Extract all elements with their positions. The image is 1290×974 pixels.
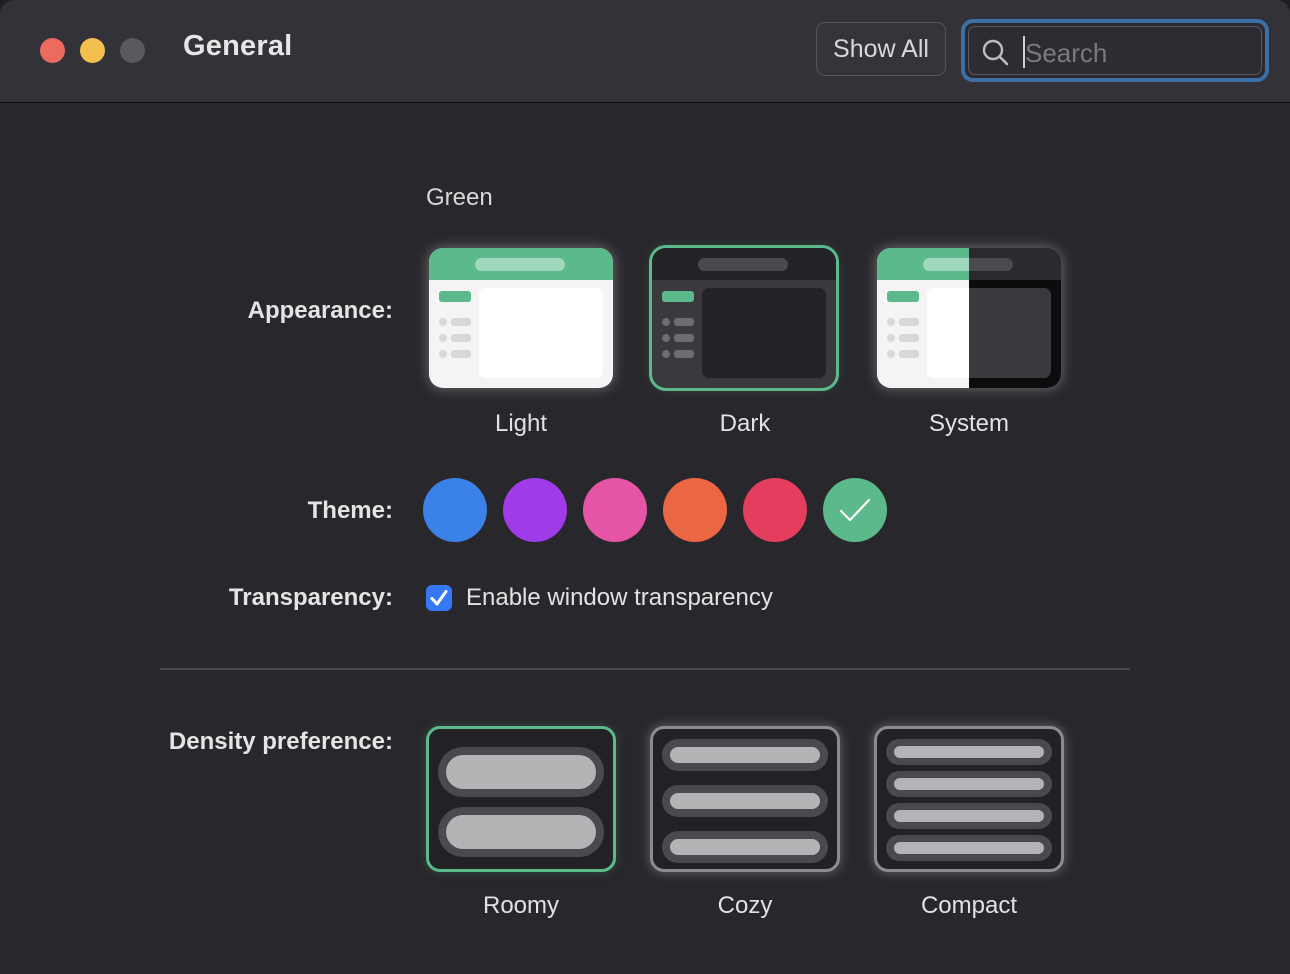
appearance-dark-label: Dark xyxy=(719,410,771,437)
appearance-label: Appearance: xyxy=(247,297,393,324)
section-divider xyxy=(160,668,1130,670)
theme-swatch-blue[interactable] xyxy=(423,478,487,542)
theme-swatch-green[interactable] xyxy=(823,478,887,542)
theme-swatch-pink[interactable] xyxy=(583,478,647,542)
appearance-dark-option[interactable] xyxy=(652,248,836,388)
checkbox-check-icon xyxy=(430,590,448,606)
theme-swatch-orange[interactable] xyxy=(663,478,727,542)
preferences-window: General Show All Green Appearance: Light xyxy=(0,0,1290,974)
transparency-checkbox[interactable] xyxy=(426,585,452,611)
appearance-system-label: System xyxy=(928,410,1009,437)
window-title: General xyxy=(183,30,293,62)
minimize-window-button[interactable] xyxy=(80,38,105,63)
search-field[interactable] xyxy=(961,19,1269,82)
theme-swatch-red[interactable] xyxy=(743,478,807,542)
zoom-window-button[interactable] xyxy=(120,38,145,63)
appearance-light-label: Light xyxy=(494,410,548,437)
titlebar: General Show All xyxy=(0,0,1290,103)
show-all-button[interactable]: Show All xyxy=(816,22,946,76)
density-roomy-label: Roomy xyxy=(482,892,560,919)
appearance-light-option[interactable] xyxy=(429,248,613,388)
search-field-inner xyxy=(968,26,1262,75)
density-compact-option[interactable] xyxy=(874,726,1064,872)
light-thumb-toolbar xyxy=(429,248,613,280)
density-label: Density preference: xyxy=(168,728,393,755)
text-caret xyxy=(1023,36,1025,68)
dark-thumb-toolbar xyxy=(652,248,836,280)
close-window-button[interactable] xyxy=(40,38,65,63)
transparency-checkbox-label[interactable]: Enable window transparency xyxy=(466,584,773,612)
search-input[interactable] xyxy=(1023,35,1247,71)
theme-swatch-purple[interactable] xyxy=(503,478,567,542)
appearance-system-option[interactable] xyxy=(877,248,1061,388)
search-icon xyxy=(982,39,1009,66)
checkmark-icon xyxy=(839,498,871,522)
theme-label: Theme: xyxy=(307,497,393,524)
density-cozy-label: Cozy xyxy=(717,892,773,919)
density-roomy-option[interactable] xyxy=(426,726,616,872)
transparency-label: Transparency: xyxy=(228,584,393,611)
accent-color-name: Green xyxy=(426,184,493,211)
density-compact-label: Compact xyxy=(920,892,1018,919)
density-cozy-option[interactable] xyxy=(650,726,840,872)
